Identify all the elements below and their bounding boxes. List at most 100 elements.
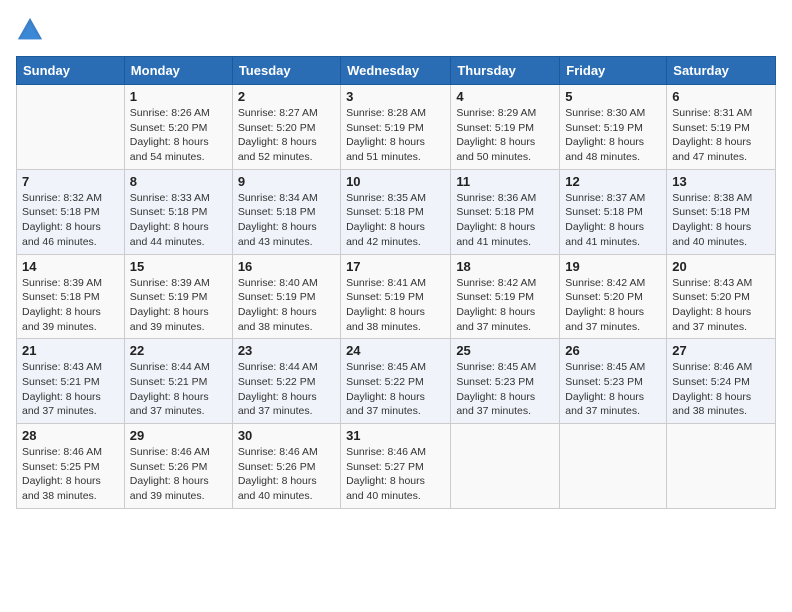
- day-number: 30: [238, 428, 335, 443]
- day-number: 24: [346, 343, 445, 358]
- calendar-cell: 23Sunrise: 8:44 AM Sunset: 5:22 PM Dayli…: [232, 339, 340, 424]
- day-number: 18: [456, 259, 554, 274]
- calendar-table: SundayMondayTuesdayWednesdayThursdayFrid…: [16, 56, 776, 509]
- day-info: Sunrise: 8:46 AM Sunset: 5:24 PM Dayligh…: [672, 360, 770, 419]
- day-number: 17: [346, 259, 445, 274]
- week-row-4: 28 Sunrise: 8:46 AM Sunset: 5:25 PM Dayli…: [17, 424, 776, 509]
- week-row-2: 14Sunrise: 8:39 AM Sunset: 5:18 PM Dayli…: [17, 254, 776, 339]
- calendar-cell: [451, 424, 560, 509]
- day-info: Sunrise: 8:38 AM Sunset: 5:18 PM Dayligh…: [672, 191, 770, 250]
- header-day-wednesday: Wednesday: [341, 57, 451, 85]
- day-info: Sunrise: 8:45 AM Sunset: 5:22 PM Dayligh…: [346, 360, 445, 419]
- calendar-cell: 12 Sunrise: 8:37 AM Sunset: 5:18 PM Dayli…: [560, 169, 667, 254]
- day-number: 3: [346, 89, 445, 104]
- day-info: Sunrise: 8:41 AM Sunset: 5:19 PM Dayligh…: [346, 276, 445, 335]
- day-info: Sunrise: 8:39 AM Sunset: 5:19 PM Dayligh…: [130, 276, 227, 335]
- day-info: Sunrise: 8:36 AM Sunset: 5:18 PM Dayligh…: [456, 191, 554, 250]
- day-info: Sunrise: 8:34 AM Sunset: 5:18 PM Dayligh…: [238, 191, 335, 250]
- header-day-tuesday: Tuesday: [232, 57, 340, 85]
- calendar-cell: 11 Sunrise: 8:36 AM Sunset: 5:18 PM Dayli…: [451, 169, 560, 254]
- day-info: Sunrise: 8:29 AM Sunset: 5:19 PM Dayligh…: [456, 106, 554, 165]
- header-row: SundayMondayTuesdayWednesdayThursdayFrid…: [17, 57, 776, 85]
- calendar-cell: 20Sunrise: 8:43 AM Sunset: 5:20 PM Dayli…: [667, 254, 776, 339]
- calendar-cell: 9 Sunrise: 8:34 AM Sunset: 5:18 PM Daylig…: [232, 169, 340, 254]
- calendar-cell: 6Sunrise: 8:31 AM Sunset: 5:19 PM Daylig…: [667, 85, 776, 170]
- calendar-cell: 1 Sunrise: 8:26 AM Sunset: 5:20 PM Daylig…: [124, 85, 232, 170]
- day-number: 28: [22, 428, 119, 443]
- day-info: Sunrise: 8:26 AM Sunset: 5:20 PM Dayligh…: [130, 106, 227, 165]
- calendar-cell: 14Sunrise: 8:39 AM Sunset: 5:18 PM Dayli…: [17, 254, 125, 339]
- day-info: Sunrise: 8:32 AM Sunset: 5:18 PM Dayligh…: [22, 191, 119, 250]
- day-info: Sunrise: 8:43 AM Sunset: 5:20 PM Dayligh…: [672, 276, 770, 335]
- day-number: 16: [238, 259, 335, 274]
- calendar-cell: 19 Sunrise: 8:42 AM Sunset: 5:20 PM Dayli…: [560, 254, 667, 339]
- calendar-cell: [17, 85, 125, 170]
- calendar-cell: 27 Sunrise: 8:46 AM Sunset: 5:24 PM Dayli…: [667, 339, 776, 424]
- day-number: 12: [565, 174, 661, 189]
- day-number: 23: [238, 343, 335, 358]
- calendar-cell: 21 Sunrise: 8:43 AM Sunset: 5:21 PM Dayli…: [17, 339, 125, 424]
- day-number: 31: [346, 428, 445, 443]
- day-info: Sunrise: 8:43 AM Sunset: 5:21 PM Dayligh…: [22, 360, 119, 419]
- day-number: 11: [456, 174, 554, 189]
- day-number: 7: [22, 174, 119, 189]
- week-row-3: 21 Sunrise: 8:43 AM Sunset: 5:21 PM Dayli…: [17, 339, 776, 424]
- day-number: 10: [346, 174, 445, 189]
- calendar-cell: 10 Sunrise: 8:35 AM Sunset: 5:18 PM Dayli…: [341, 169, 451, 254]
- header-day-sunday: Sunday: [17, 57, 125, 85]
- calendar-cell: 2Sunrise: 8:27 AM Sunset: 5:20 PM Daylig…: [232, 85, 340, 170]
- calendar-header: SundayMondayTuesdayWednesdayThursdayFrid…: [17, 57, 776, 85]
- day-number: 1: [130, 89, 227, 104]
- calendar-cell: 5 Sunrise: 8:30 AM Sunset: 5:19 PM Daylig…: [560, 85, 667, 170]
- calendar-cell: 7 Sunrise: 8:32 AM Sunset: 5:18 PM Daylig…: [17, 169, 125, 254]
- calendar-body: 1 Sunrise: 8:26 AM Sunset: 5:20 PM Daylig…: [17, 85, 776, 509]
- calendar-cell: [560, 424, 667, 509]
- calendar-cell: 17 Sunrise: 8:41 AM Sunset: 5:19 PM Dayli…: [341, 254, 451, 339]
- calendar-cell: 4 Sunrise: 8:29 AM Sunset: 5:19 PM Daylig…: [451, 85, 560, 170]
- day-info: Sunrise: 8:37 AM Sunset: 5:18 PM Dayligh…: [565, 191, 661, 250]
- header-day-saturday: Saturday: [667, 57, 776, 85]
- day-info: Sunrise: 8:46 AM Sunset: 5:25 PM Dayligh…: [22, 445, 119, 504]
- day-number: 19: [565, 259, 661, 274]
- calendar-cell: 13 Sunrise: 8:38 AM Sunset: 5:18 PM Dayli…: [667, 169, 776, 254]
- calendar-cell: 28 Sunrise: 8:46 AM Sunset: 5:25 PM Dayli…: [17, 424, 125, 509]
- day-info: Sunrise: 8:42 AM Sunset: 5:20 PM Dayligh…: [565, 276, 661, 335]
- day-number: 25: [456, 343, 554, 358]
- header-day-thursday: Thursday: [451, 57, 560, 85]
- calendar-cell: 26Sunrise: 8:45 AM Sunset: 5:23 PM Dayli…: [560, 339, 667, 424]
- day-info: Sunrise: 8:45 AM Sunset: 5:23 PM Dayligh…: [456, 360, 554, 419]
- calendar-cell: [667, 424, 776, 509]
- calendar-cell: 8Sunrise: 8:33 AM Sunset: 5:18 PM Daylig…: [124, 169, 232, 254]
- calendar-cell: 30Sunrise: 8:46 AM Sunset: 5:26 PM Dayli…: [232, 424, 340, 509]
- day-info: Sunrise: 8:46 AM Sunset: 5:27 PM Dayligh…: [346, 445, 445, 504]
- calendar-cell: 24 Sunrise: 8:45 AM Sunset: 5:22 PM Dayli…: [341, 339, 451, 424]
- calendar-cell: 15 Sunrise: 8:39 AM Sunset: 5:19 PM Dayli…: [124, 254, 232, 339]
- day-info: Sunrise: 8:30 AM Sunset: 5:19 PM Dayligh…: [565, 106, 661, 165]
- day-info: Sunrise: 8:42 AM Sunset: 5:19 PM Dayligh…: [456, 276, 554, 335]
- logo: [16, 16, 48, 44]
- day-info: Sunrise: 8:46 AM Sunset: 5:26 PM Dayligh…: [130, 445, 227, 504]
- page-header: [16, 16, 776, 44]
- day-info: Sunrise: 8:45 AM Sunset: 5:23 PM Dayligh…: [565, 360, 661, 419]
- day-number: 27: [672, 343, 770, 358]
- calendar-cell: 16 Sunrise: 8:40 AM Sunset: 5:19 PM Dayli…: [232, 254, 340, 339]
- day-info: Sunrise: 8:27 AM Sunset: 5:20 PM Dayligh…: [238, 106, 335, 165]
- day-number: 4: [456, 89, 554, 104]
- day-number: 15: [130, 259, 227, 274]
- calendar-cell: 31 Sunrise: 8:46 AM Sunset: 5:27 PM Dayli…: [341, 424, 451, 509]
- day-info: Sunrise: 8:28 AM Sunset: 5:19 PM Dayligh…: [346, 106, 445, 165]
- day-number: 21: [22, 343, 119, 358]
- calendar-cell: 3 Sunrise: 8:28 AM Sunset: 5:19 PM Daylig…: [341, 85, 451, 170]
- week-row-1: 7 Sunrise: 8:32 AM Sunset: 5:18 PM Daylig…: [17, 169, 776, 254]
- day-number: 13: [672, 174, 770, 189]
- day-number: 9: [238, 174, 335, 189]
- day-info: Sunrise: 8:35 AM Sunset: 5:18 PM Dayligh…: [346, 191, 445, 250]
- header-day-monday: Monday: [124, 57, 232, 85]
- calendar-cell: 22Sunrise: 8:44 AM Sunset: 5:21 PM Dayli…: [124, 339, 232, 424]
- day-number: 14: [22, 259, 119, 274]
- header-day-friday: Friday: [560, 57, 667, 85]
- day-number: 29: [130, 428, 227, 443]
- day-info: Sunrise: 8:40 AM Sunset: 5:19 PM Dayligh…: [238, 276, 335, 335]
- day-info: Sunrise: 8:31 AM Sunset: 5:19 PM Dayligh…: [672, 106, 770, 165]
- day-number: 5: [565, 89, 661, 104]
